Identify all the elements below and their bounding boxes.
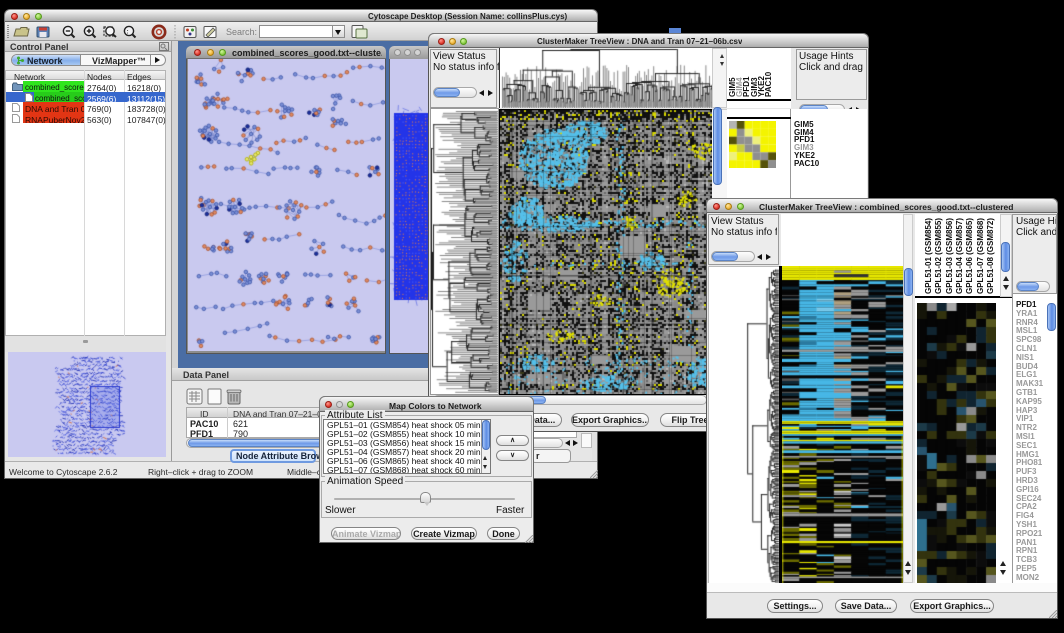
svg-text::: :: [127, 30, 129, 36]
